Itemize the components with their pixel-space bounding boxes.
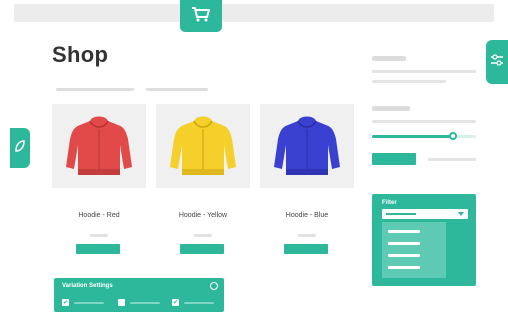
price-slider-fill <box>372 135 454 138</box>
cart-tab[interactable] <box>180 0 222 32</box>
breadcrumb-placeholder <box>56 88 134 91</box>
check-icon: ✔ <box>172 299 179 306</box>
chevron-down-icon <box>458 212 464 216</box>
hoodie-red-image <box>66 116 132 175</box>
filter-options-list <box>382 222 446 278</box>
hoodie-yellow-image <box>170 116 236 175</box>
sliders-icon <box>490 53 504 72</box>
product-name[interactable]: Hoodie - Red <box>52 212 146 219</box>
price-range-placeholder <box>428 158 476 161</box>
add-to-cart-button[interactable] <box>284 244 328 254</box>
filter-option[interactable] <box>388 230 420 233</box>
sidebar-line-placeholder <box>372 80 446 83</box>
price-placeholder <box>90 234 108 237</box>
checkbox[interactable]: ✔ <box>62 299 69 306</box>
hoodie-blue-image <box>274 116 340 175</box>
sort-placeholder <box>146 88 208 91</box>
price-filter-heading-placeholder <box>372 106 410 111</box>
product-image-yellow[interactable] <box>156 104 250 188</box>
option-label-placeholder <box>184 302 214 304</box>
check-icon: ✔ <box>62 299 69 306</box>
filter-option[interactable] <box>388 242 420 245</box>
settings-side-tab[interactable] <box>486 40 508 84</box>
option-label-placeholder <box>130 302 160 304</box>
checkbox[interactable]: ✔ <box>172 299 179 306</box>
sidebar-line-placeholder <box>372 70 476 73</box>
price-placeholder <box>298 234 316 237</box>
page-title: Shop <box>52 42 109 67</box>
shopping-cart-icon <box>191 6 211 27</box>
filter-panel: Filter <box>372 194 476 286</box>
sidebar-heading-placeholder <box>372 56 406 61</box>
option-label-placeholder <box>74 302 104 304</box>
price-slider[interactable] <box>372 132 476 140</box>
filter-select-value-placeholder <box>386 213 416 215</box>
price-placeholder <box>194 234 212 237</box>
browser-top-bar <box>14 4 494 22</box>
filter-option[interactable] <box>388 266 420 269</box>
add-to-cart-button[interactable] <box>76 244 120 254</box>
product-image-blue[interactable] <box>260 104 354 188</box>
filter-title: Filter <box>382 200 397 206</box>
checkbox[interactable] <box>118 299 125 306</box>
filter-select[interactable] <box>382 209 468 219</box>
product-image-red[interactable] <box>52 104 146 188</box>
info-icon[interactable] <box>210 282 218 290</box>
price-slider-handle[interactable] <box>449 132 458 140</box>
add-to-cart-button[interactable] <box>180 244 224 254</box>
leaf-icon <box>14 139 26 158</box>
left-side-tab[interactable] <box>10 128 30 168</box>
product-name[interactable]: Hoodie - Yellow <box>156 212 250 219</box>
sidebar-line-placeholder <box>372 120 476 123</box>
product-name[interactable]: Hoodie - Blue <box>260 212 354 219</box>
filter-apply-button[interactable] <box>372 153 416 165</box>
filter-option[interactable] <box>388 254 420 257</box>
variation-settings-panel: Variation Settings ✔ ✔ <box>54 278 224 312</box>
variation-settings-title: Variation Settings <box>62 283 113 289</box>
